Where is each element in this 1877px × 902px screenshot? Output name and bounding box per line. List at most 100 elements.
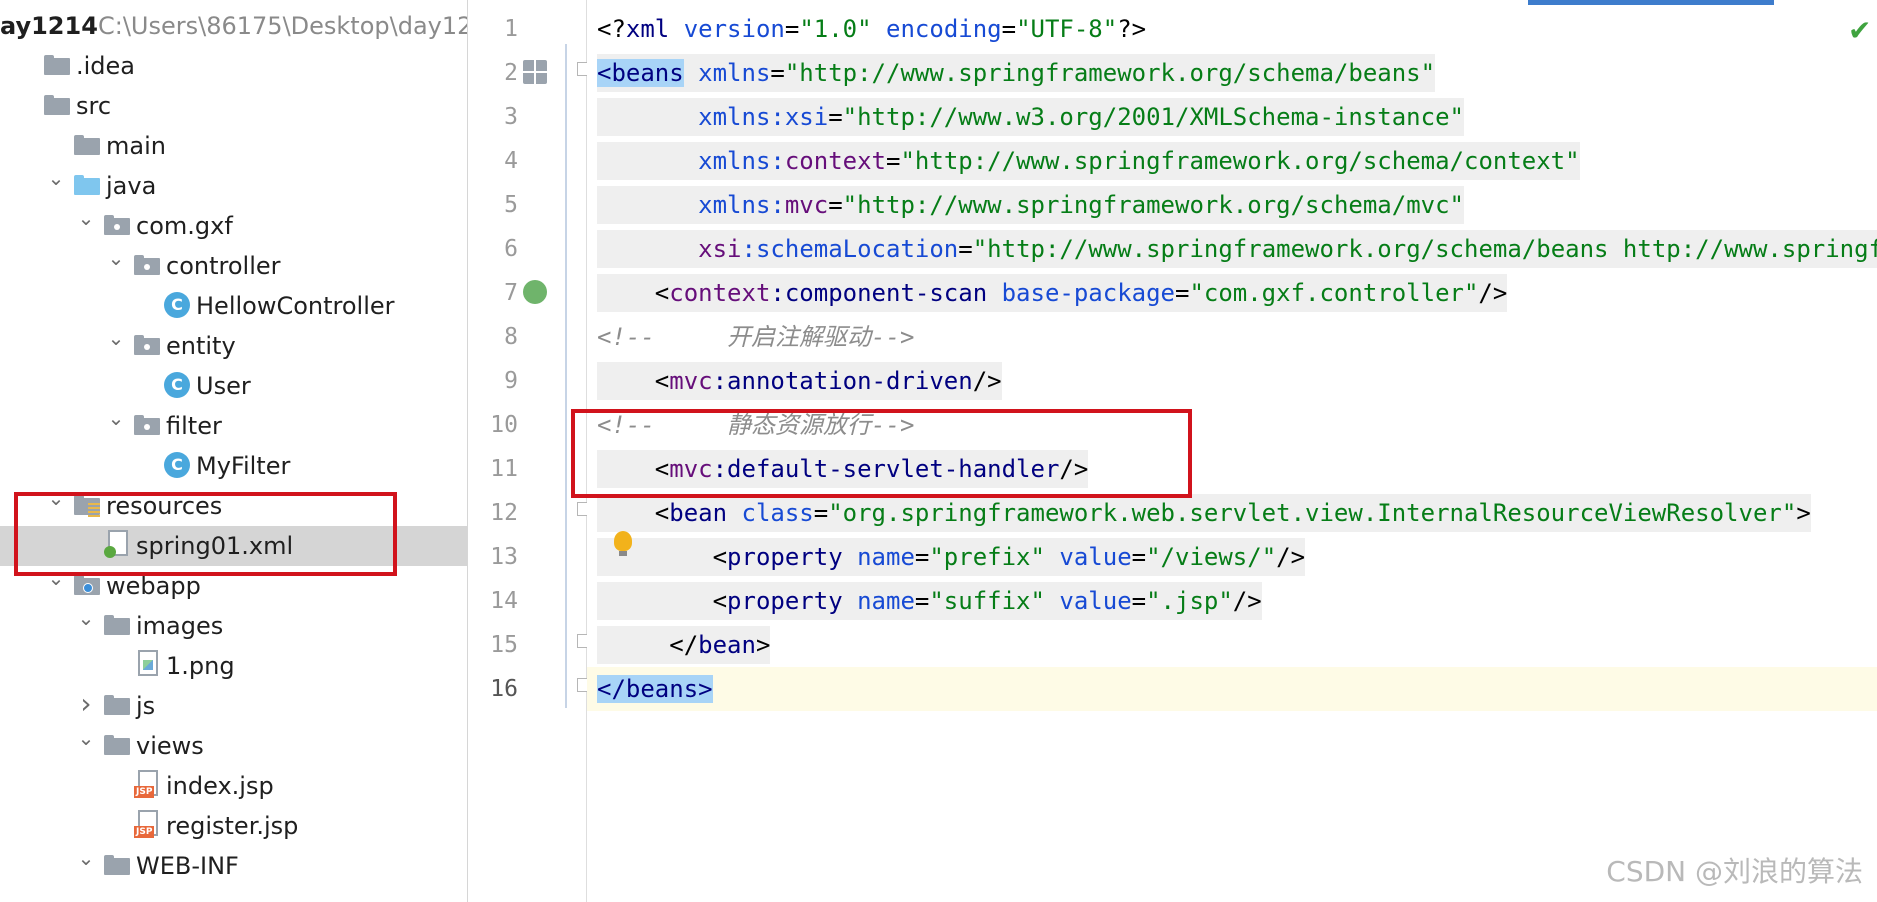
tree-item-filter[interactable]: ⌄ filter <box>0 406 467 446</box>
code-line-content: xmlns:xsi="http://www.w3.org/2001/XMLSch… <box>597 98 1464 136</box>
project-tree: ay1214 C:\Users\86175\Desktop\day121 .ide… <box>0 0 468 902</box>
code-token-cmt: <!-- 开启注解驱动--> <box>597 323 915 351</box>
source-folder-icon <box>74 173 100 197</box>
tree-item-src[interactable]: src <box>0 86 467 126</box>
tree-item-label: MyFilter <box>196 452 291 480</box>
inspection-ok-icon[interactable]: ✔ <box>1848 14 1871 47</box>
chevron-down-icon[interactable]: ⌄ <box>74 206 98 230</box>
code-token-attr: name <box>857 543 915 571</box>
tree-item-controller[interactable]: ⌄ controller <box>0 246 467 286</box>
code-line[interactable]: <?xml version="1.0" encoding="UTF-8"?> <box>587 7 1877 51</box>
tree-item-myfilter[interactable]: C MyFilter <box>0 446 467 486</box>
tree-item-hellowcontroller[interactable]: C HellowController <box>0 286 467 326</box>
code-line[interactable]: <property name="prefix" value="/views/"/… <box>587 535 1877 579</box>
line-number: 5 <box>504 192 518 218</box>
chevron-down-icon[interactable]: ⌄ <box>104 406 128 430</box>
tree-item-index-jsp[interactable]: JSP index.jsp <box>0 766 467 806</box>
code-token-punc: /> <box>1478 279 1508 307</box>
package-icon <box>134 413 160 437</box>
code-token-punc: < <box>597 367 670 395</box>
code-line[interactable]: xsi:schemaLocation="http://www.springfra… <box>587 227 1877 271</box>
tree-item-com-gxf[interactable]: ⌄ com.gxf <box>0 206 467 246</box>
tree-item-label: main <box>106 132 166 160</box>
code-token-tag: :component-scan <box>770 279 1002 307</box>
editor-gutter: 1 2 3 4 5 6 7 8 9 10 11 12 13 14 15 16 <box>468 0 589 902</box>
code-token-attr: xmlns: <box>698 191 785 219</box>
tree-item-entity[interactable]: ⌄ entity <box>0 326 467 366</box>
code-token-attr: xmlns: <box>698 147 785 175</box>
code-token-str: "1.0" <box>799 15 887 43</box>
tree-item-label: 1.png <box>166 652 235 680</box>
tree-item--idea[interactable]: .idea <box>0 46 467 86</box>
code-line[interactable]: xmlns:mvc="http://www.springframework.or… <box>587 183 1877 227</box>
code-line[interactable]: <property name="suffix" value=".jsp"/> <box>587 579 1877 623</box>
tree-item-java[interactable]: ⌄ java <box>0 166 467 206</box>
tree-item-label: User <box>196 372 251 400</box>
code-line[interactable]: <mvc:annotation-driven/> <box>587 359 1877 403</box>
spring-beans-gutter-icon[interactable] <box>523 60 547 84</box>
package-icon <box>104 213 130 237</box>
code-token-punc: = <box>813 499 829 527</box>
line-number: 2 <box>504 60 518 86</box>
code-token-punc: = <box>828 103 843 131</box>
project-root-name: ay1214 <box>0 12 98 40</box>
code-line-content: xmlns:context="http://www.springframewor… <box>597 142 1580 180</box>
code-line[interactable]: xmlns:xsi="http://www.w3.org/2001/XMLSch… <box>587 95 1877 139</box>
tree-item-register-jsp[interactable]: JSP register.jsp <box>0 806 467 846</box>
line-number: 9 <box>504 368 518 394</box>
line-number: 14 <box>490 588 518 614</box>
code-token-punc: /> <box>1232 587 1262 615</box>
tree-item-main[interactable]: main <box>0 126 467 166</box>
tree-root-row[interactable]: ay1214 C:\Users\86175\Desktop\day121 <box>0 6 467 46</box>
code-line-content: <beans xmlns="http://www.springframework… <box>597 54 1436 92</box>
code-token-punc: /> <box>1276 543 1306 571</box>
code-token-punc: > <box>1796 499 1811 527</box>
component-scan-gutter-icon[interactable] <box>523 280 547 304</box>
tree-item-web-inf[interactable]: ⌄ WEB-INF <box>0 846 467 886</box>
code-token-punc: = <box>1131 587 1147 615</box>
code-line[interactable]: </bean> <box>587 623 1877 667</box>
chevron-down-icon[interactable]: ⌄ <box>44 166 68 190</box>
tree-item-label: com.gxf <box>136 212 233 240</box>
code-token-tag: property <box>727 543 858 571</box>
tree-item-label: views <box>136 732 204 760</box>
chevron-down-icon[interactable]: ⌄ <box>104 246 128 270</box>
code-line[interactable]: <!-- 开启注解驱动--> <box>587 315 1877 359</box>
chevron-down-icon[interactable]: ⌄ <box>104 326 128 350</box>
tree-item-images[interactable]: ⌄ images <box>0 606 467 646</box>
code-line[interactable]: <beans xmlns="http://www.springframework… <box>587 51 1877 95</box>
code-token-str: "/views/" <box>1146 543 1277 571</box>
line-number: 4 <box>504 148 518 174</box>
code-line[interactable]: xmlns:context="http://www.springframewor… <box>587 139 1877 183</box>
folder-icon <box>74 133 100 157</box>
code-token-punc: /> <box>972 367 1002 395</box>
chevron-right-icon[interactable]: › <box>74 690 98 718</box>
chevron-down-icon[interactable]: ⌄ <box>74 606 98 630</box>
code-token-str: "http://www.w3.org/2001/XMLSchema-instan… <box>842 103 1464 131</box>
tree-item-user[interactable]: C User <box>0 366 467 406</box>
package-icon <box>134 253 160 277</box>
chevron-down-icon[interactable]: ⌄ <box>74 726 98 750</box>
tree-item-label: HellowController <box>196 292 395 320</box>
code-token-match: <beans <box>597 59 684 87</box>
tree-item-label: java <box>106 172 157 200</box>
tree-item-js[interactable]: › js <box>0 686 467 726</box>
code-line-content: xsi:schemaLocation="http://www.springfra… <box>597 230 1877 268</box>
code-token-punc: ?> <box>1117 15 1147 43</box>
code-line[interactable]: <context:component-scan base-package="co… <box>587 271 1877 315</box>
code-token-punc: </ <box>597 631 699 659</box>
line-number: 11 <box>490 456 518 482</box>
lightbulb-icon[interactable] <box>614 531 632 556</box>
code-token-prefix: context <box>669 279 771 307</box>
code-token-prefix: mvc <box>669 367 713 395</box>
code-line[interactable]: </beans> <box>587 667 1877 711</box>
code-token-tag: bean <box>669 499 742 527</box>
code-token-punc: = <box>1001 15 1017 43</box>
code-token-attr: :schemaLocation <box>741 235 959 263</box>
package-dot <box>144 264 150 270</box>
tree-item-views[interactable]: ⌄ views <box>0 726 467 766</box>
chevron-down-icon[interactable]: ⌄ <box>74 846 98 870</box>
tree-item-1-png[interactable]: 1.png <box>0 646 467 686</box>
file-type-badge: JSP <box>134 826 155 838</box>
code-token-punc: = <box>828 191 843 219</box>
